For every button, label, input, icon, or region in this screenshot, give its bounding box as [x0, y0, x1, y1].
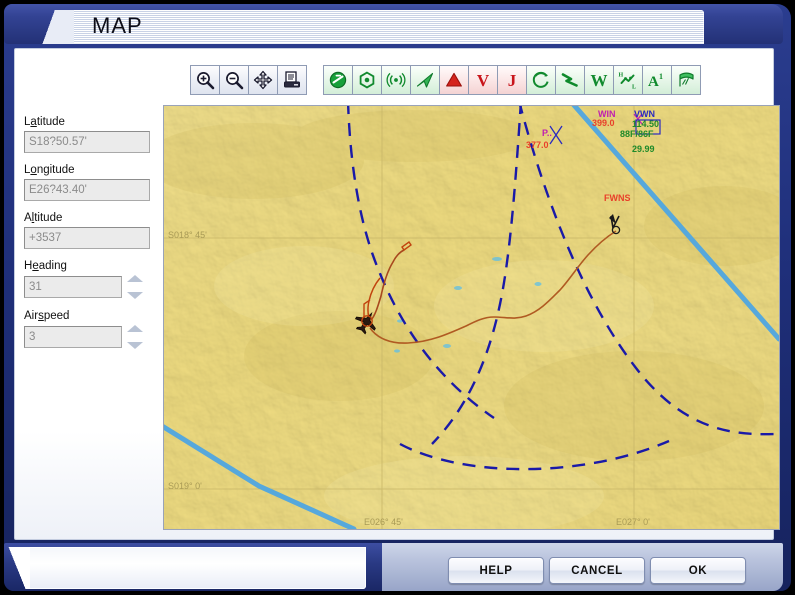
airport-icon [329, 71, 347, 89]
vor-icon [359, 71, 375, 89]
terrain-layer-button[interactable] [555, 65, 585, 95]
aircraft-position-form: Latitude S18?50.57' Longitude E26?43.40'… [24, 116, 154, 360]
heading-stepper-down-icon[interactable] [127, 292, 143, 299]
flightpath-layer-button[interactable] [410, 65, 440, 95]
flag-layer-button[interactable] [671, 65, 701, 95]
altitude-field-group: Altitude +3537 [24, 212, 154, 249]
zoom-in-button[interactable] [190, 65, 220, 95]
footer-status-plate [8, 547, 366, 589]
airport-layer-button[interactable] [323, 65, 353, 95]
aircraft-label-icon: A 1 [648, 72, 663, 90]
heading-stepper-up-icon[interactable] [127, 275, 143, 282]
front-layer-button[interactable]: H L [613, 65, 643, 95]
longitude-input[interactable]: E26?43.40' [24, 179, 150, 201]
airspeed-label: Airspeed [24, 310, 70, 322]
map-dialog-window: MAP V J W H L A 1 Latitude S18?50.57' Lo… [0, 0, 795, 595]
airspace-icon [532, 71, 549, 88]
terrain-icon [561, 73, 578, 87]
print-button[interactable] [277, 65, 307, 95]
airspeed-stepper-up-icon[interactable] [127, 325, 143, 332]
airspeed-input[interactable]: 3 [24, 326, 122, 348]
title-plate [30, 10, 704, 44]
page-title: MAP [92, 13, 143, 38]
heading-label: Heading [24, 260, 67, 272]
ok-button[interactable]: OK [650, 557, 746, 584]
print-icon [284, 71, 300, 88]
victor-airway-label: V [476, 70, 490, 90]
altitude-label: Altitude [24, 212, 63, 224]
flightpath-icon [416, 72, 434, 88]
svg-text:1: 1 [659, 72, 663, 81]
obstruction-layer-button[interactable] [439, 65, 469, 95]
zoom-out-icon [226, 72, 244, 90]
map-toolbar: V J W H L A 1 [190, 62, 701, 98]
pan-icon [253, 70, 273, 90]
latitude-field-group: Latitude S18?50.57' [24, 116, 154, 153]
toolbar-group-layers: V J W H L A 1 [323, 65, 701, 95]
jet-airway-layer-button[interactable]: J [497, 65, 527, 95]
longitude-field-group: Longitude E26?43.40' [24, 164, 154, 201]
help-button[interactable]: HELP [448, 557, 544, 584]
zoom-in-icon [197, 72, 215, 90]
map-canvas[interactable] [164, 106, 779, 529]
toolbar-group-view [190, 65, 307, 95]
obstruction-icon [446, 72, 462, 87]
jet-airway-label: J [507, 70, 517, 90]
aircraft-label-layer-button[interactable]: A 1 [642, 65, 672, 95]
svg-text:H: H [619, 72, 624, 78]
cancel-button[interactable]: CANCEL [549, 557, 645, 584]
front-icon: H L [619, 72, 637, 90]
victor-airway-layer-button[interactable]: V [468, 65, 498, 95]
weather-label: W [590, 70, 608, 90]
longitude-label: Longitude [24, 164, 75, 176]
airspeed-field-group: Airspeed 3 [24, 310, 154, 349]
altitude-input[interactable]: +3537 [24, 227, 150, 249]
latitude-input[interactable]: S18?50.57' [24, 131, 150, 153]
ndb-layer-button[interactable] [381, 65, 411, 95]
airspeed-stepper-down-icon[interactable] [127, 342, 143, 349]
vor-layer-button[interactable] [352, 65, 382, 95]
dialog-button-row: HELP CANCEL OK [448, 557, 746, 584]
flag-icon [679, 72, 694, 87]
latitude-label: Latitude [24, 116, 65, 128]
svg-text:L: L [632, 84, 636, 90]
map-view[interactable]: S018° 45' S019° 0' E026° 45' E027° 0' FW… [163, 105, 780, 530]
heading-input[interactable]: 31 [24, 276, 122, 298]
pan-button[interactable] [248, 65, 278, 95]
airspeed-stepper[interactable] [127, 325, 145, 349]
svg-text:A: A [648, 74, 659, 90]
airspace-layer-button[interactable] [526, 65, 556, 95]
heading-field-group: Heading 31 [24, 260, 154, 299]
zoom-out-button[interactable] [219, 65, 249, 95]
weather-layer-button[interactable]: W [584, 65, 614, 95]
title-bar: MAP [4, 4, 783, 44]
heading-stepper[interactable] [127, 275, 145, 299]
ndb-icon [386, 72, 406, 88]
